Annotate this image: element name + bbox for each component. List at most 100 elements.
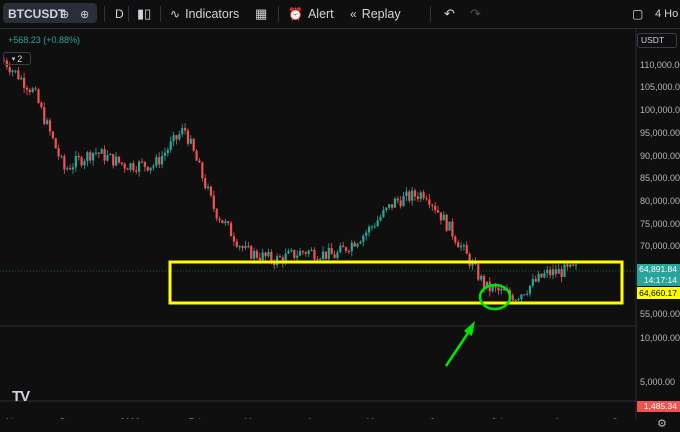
symbol-search-icon[interactable]: ⊕: [60, 0, 69, 28]
candle-body: [324, 251, 328, 259]
candle-body: [511, 295, 514, 301]
price-tick-label: 75,000.00: [640, 219, 680, 229]
candle-body: [198, 160, 201, 163]
highlight-circle: [478, 283, 512, 311]
candle-body: [362, 235, 365, 242]
candle-body: [379, 216, 382, 221]
symbol-label[interactable]: BTCUSDT: [8, 0, 65, 28]
candle-body: [459, 245, 463, 248]
candle-body: [434, 205, 437, 211]
indicator-legend-toggle[interactable]: ▾ 2: [3, 52, 31, 65]
candle-body: [209, 186, 213, 196]
legend-count: 2: [17, 53, 23, 64]
candle-body: [425, 198, 428, 200]
candle-body: [103, 149, 106, 161]
candle-body: [192, 138, 195, 151]
candle-body: [71, 167, 75, 170]
compare-add-icon[interactable]: ⊕: [80, 0, 89, 28]
candle-body: [178, 134, 181, 140]
candle-body: [34, 88, 37, 90]
candle-body: [477, 264, 480, 280]
gear-icon[interactable]: ⚙: [657, 417, 667, 430]
candle-body: [408, 191, 411, 201]
candle-body: [531, 279, 534, 286]
candle-body: [278, 256, 282, 258]
candle-body: [442, 214, 445, 221]
candle-body: [17, 70, 20, 80]
redo-icon[interactable]: ↷: [470, 0, 481, 28]
candle-body: [514, 300, 517, 302]
layout-grid-icon[interactable]: ▦: [255, 0, 267, 28]
candle-body: [482, 275, 486, 289]
candle-body: [152, 165, 155, 168]
candle-body: [546, 269, 549, 274]
candle-body: [83, 161, 86, 166]
highlight-rectangle: [168, 260, 624, 305]
time-tick-label: Aug: [554, 417, 570, 419]
candle-body: [89, 152, 92, 161]
price-tick-label: 110,000.00: [640, 60, 680, 70]
time-tick-label: Nov: [6, 417, 23, 419]
candle-body: [436, 210, 440, 213]
candle-body: [28, 89, 31, 93]
undo-icon[interactable]: ↶: [444, 0, 455, 28]
candle-body: [109, 154, 112, 156]
marker-price-label: 64,660.17: [637, 287, 680, 299]
candle-body: [258, 257, 261, 261]
time-tick-label: Dec: [60, 417, 77, 419]
candle-body: [77, 156, 80, 158]
candle-body: [370, 226, 374, 228]
indicators-button[interactable]: ∿ Indicators: [170, 0, 239, 28]
candle-body: [166, 149, 169, 153]
candle-body: [517, 299, 520, 301]
time-tick-label: Mar: [244, 417, 260, 419]
candle-body: [350, 242, 353, 252]
candle-body: [307, 250, 310, 254]
candle-body: [115, 156, 118, 166]
candle-body: [181, 128, 184, 135]
candle-body: [264, 252, 267, 257]
candle-body: [543, 273, 546, 278]
candle-body: [120, 162, 123, 164]
candles-chart-type-icon[interactable]: ▮▯: [137, 0, 151, 28]
price-tick-label: 55,000.00: [640, 309, 680, 319]
interval-button[interactable]: D: [115, 0, 124, 28]
candle-body: [255, 250, 259, 258]
candle-body: [445, 214, 448, 231]
candle-body: [534, 279, 537, 282]
current-price-label: 64,891.84: [637, 264, 680, 275]
candle-body: [523, 294, 526, 296]
candle-body: [413, 190, 417, 197]
candle-body: [163, 152, 167, 156]
candle-body: [419, 192, 422, 199]
candle-body: [454, 236, 457, 243]
price-chart[interactable]: 110,000.00 105,000.00 100,000.00 95,000.00 9…: [0, 29, 680, 419]
candle-body: [106, 155, 109, 161]
alert-button[interactable]: ⏰ Alert: [288, 0, 334, 28]
candle-body: [169, 141, 172, 150]
candle-body: [215, 208, 218, 219]
currency-selector[interactable]: USDT: [637, 33, 677, 48]
candle-body: [342, 245, 345, 248]
fullscreen-icon[interactable]: ▢: [632, 0, 643, 28]
candle-body: [422, 192, 425, 199]
candle-body: [57, 148, 60, 157]
candle-body: [439, 212, 443, 221]
price-tick-label: 95,000.00: [640, 128, 680, 138]
candle-body: [63, 156, 66, 170]
candle-body: [336, 252, 339, 259]
timeframe-right-label[interactable]: 4 Ho: [655, 0, 678, 28]
top-toolbar: BTCUSDT ⊕ ⊕ D ▮▯ ∿ Indicators ▦ ⏰ Alert …: [0, 0, 680, 29]
low-value-label: 1,485.34: [637, 401, 680, 412]
candle-body: [135, 170, 138, 172]
candle-body: [298, 251, 302, 256]
candle-body: [250, 246, 253, 259]
candle-body: [480, 275, 483, 280]
candle-body: [491, 286, 494, 292]
candle-body: [554, 269, 557, 274]
candle-body: [252, 250, 256, 259]
replay-button[interactable]: « Replay: [350, 0, 401, 28]
candle-body: [321, 251, 325, 260]
price-tick-label: 90,000.00: [640, 151, 680, 161]
candle-body: [468, 253, 471, 266]
